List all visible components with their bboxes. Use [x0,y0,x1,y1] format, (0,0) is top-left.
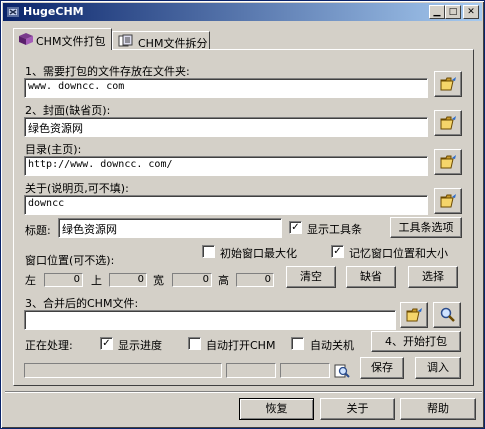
width-label: 宽 [153,274,164,287]
cover-label: 2、封面(缺省页): [25,104,111,117]
check-icon: ✓ [102,338,111,349]
show-toolbar-checkbox[interactable]: ✓ [289,221,302,234]
magnifier-icon[interactable] [334,363,350,379]
open-folder-icon [440,155,456,169]
tab-chm-pack[interactable]: CHM文件打包 [13,28,112,50]
footer-separator [5,391,482,393]
width-value[interactable]: 0 [172,273,212,287]
minimize-button[interactable]: ▁ [429,5,445,19]
auto-open-checkbox[interactable] [188,337,201,350]
check-icon: ✓ [333,246,342,257]
open-folder-icon [440,116,456,130]
open-folder-icon [440,194,456,208]
browse-output-button[interactable] [400,302,428,328]
browse-toc-button[interactable] [434,149,462,175]
close-button[interactable]: ✕ [463,5,479,19]
help-button[interactable]: 帮助 [400,398,476,420]
magnifier-icon [440,307,455,322]
show-progress-label: 显示进度 [118,339,162,352]
maximize-button[interactable]: □ [445,5,461,19]
window-title: HugeCHM [23,5,84,18]
title-input[interactable]: 绿色资源网 [58,218,282,238]
output-file-label: 3、合并后的CHM文件: [25,297,139,310]
source-folder-input[interactable]: www. downcc. com [24,78,428,98]
about-page-label: 关于(说明页,可不填): [25,182,129,195]
book-icon [19,33,33,45]
clear-button[interactable]: 清空 [286,266,336,288]
toc-input[interactable]: http://www. downcc. com/ [24,156,428,176]
height-label: 高 [218,274,229,287]
top-value[interactable]: 0 [109,273,147,287]
toc-label: 目录(主页): [25,143,82,156]
status-field [280,363,330,378]
auto-open-label: 自动打开CHM [206,339,276,352]
browse-cover-button[interactable] [434,110,462,136]
close-icon: ✕ [467,7,475,17]
about-page-input[interactable]: downcc [24,195,428,215]
about-button[interactable]: 关于 [320,398,395,420]
remember-position-label: 记忆窗口位置和大小 [349,247,448,260]
source-folder-label: 1、需要打包的文件存放在文件夹: [25,65,190,78]
progress-bar [24,363,222,378]
tab-label: CHM文件打包 [36,35,106,48]
maximize-icon: □ [448,7,458,17]
pages-icon [118,34,133,47]
left-value[interactable]: 0 [44,273,83,287]
auto-shutdown-checkbox[interactable] [291,337,304,350]
open-folder-icon [440,77,456,91]
output-file-input[interactable] [24,310,396,330]
show-progress-checkbox[interactable]: ✓ [100,337,113,350]
left-label: 左 [25,274,36,287]
title-label: 标题: [25,224,51,237]
select-button[interactable]: 选择 [408,266,458,288]
processing-label: 正在处理: [25,339,73,352]
init-maximize-checkbox[interactable] [202,245,215,258]
auto-shutdown-label: 自动关机 [310,339,354,352]
default-button[interactable]: 缺省 [346,266,396,288]
window-position-label: 窗口位置(可不选): [25,254,115,267]
show-toolbar-label: 显示工具条 [307,223,362,236]
remember-position-checkbox[interactable]: ✓ [331,245,344,258]
save-button[interactable]: 保存 [360,357,404,379]
main-window: HugeCHM ▁ □ ✕ CHM文件打包 CHM文件拆分 1、需要打包的文件存… [0,0,485,429]
load-button[interactable]: 调入 [415,357,461,379]
height-value[interactable]: 0 [236,273,274,287]
restore-button[interactable]: 恢复 [239,398,314,420]
status-field [226,363,276,378]
toolbar-options-button[interactable]: 工具条选项 [390,217,462,238]
app-icon [7,7,19,17]
cover-input[interactable]: 绿色资源网 [24,117,428,137]
open-folder-icon [406,308,422,322]
start-pack-button[interactable]: 4、开始打包 [371,331,461,352]
minimize-icon: ▁ [433,7,441,17]
title-bar[interactable]: HugeCHM ▁ □ ✕ [3,3,482,21]
check-icon: ✓ [291,222,300,233]
view-output-button[interactable] [433,302,461,328]
browse-about-button[interactable] [434,188,462,214]
browse-source-button[interactable] [434,71,462,97]
top-label: 上 [91,274,102,287]
init-maximize-label: 初始窗口最大化 [220,247,297,260]
tab-chm-split[interactable]: CHM文件拆分 [112,31,210,50]
